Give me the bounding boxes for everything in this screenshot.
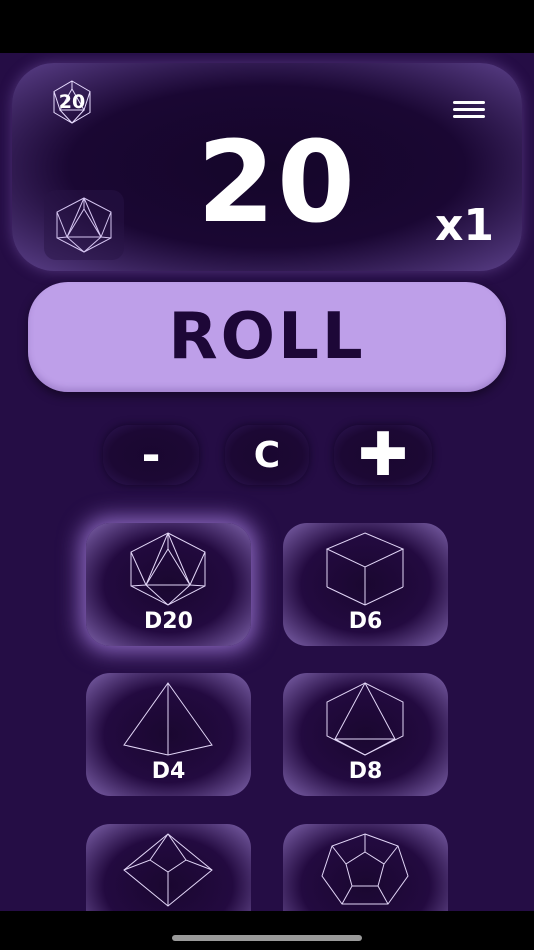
d20-icon	[130, 532, 206, 606]
die-d10-button[interactable]	[86, 824, 251, 911]
home-indicator[interactable]	[172, 935, 362, 941]
d10-icon	[123, 833, 213, 907]
die-d20-button[interactable]: D20	[86, 523, 251, 646]
clear-button[interactable]: C	[225, 425, 309, 485]
die-label: D8	[348, 759, 383, 784]
d8-icon	[326, 681, 404, 756]
d20-badge: 20	[50, 80, 94, 124]
die-d6-button[interactable]: D6	[283, 523, 448, 646]
die-d12-button[interactable]	[283, 824, 448, 911]
d12-icon	[321, 833, 409, 905]
hamburger-menu-icon[interactable]	[453, 99, 487, 121]
d6-icon	[325, 532, 405, 606]
increase-count-button[interactable]: ✚	[334, 420, 432, 490]
d20-icon	[56, 197, 112, 253]
dice-roller-app: 20 20 x1 ROLL - C ✚ D20 D6 D4 D8	[0, 53, 534, 911]
die-label: D4	[151, 759, 186, 784]
current-die-indicator	[44, 190, 124, 260]
home-bar-area	[0, 911, 534, 950]
d4-icon	[123, 682, 213, 756]
roll-button[interactable]: ROLL	[28, 282, 506, 392]
roll-result: 20	[197, 118, 357, 248]
status-bar	[0, 0, 534, 53]
dice-count-multiplier: x1	[435, 200, 494, 251]
die-d8-button[interactable]: D8	[283, 673, 448, 796]
die-label: D6	[348, 609, 383, 634]
result-panel: 20 20 x1	[12, 63, 522, 271]
d20-badge-label: 20	[58, 91, 86, 113]
die-label: D20	[144, 609, 193, 634]
decrease-count-button[interactable]: -	[103, 425, 199, 485]
die-d4-button[interactable]: D4	[86, 673, 251, 796]
